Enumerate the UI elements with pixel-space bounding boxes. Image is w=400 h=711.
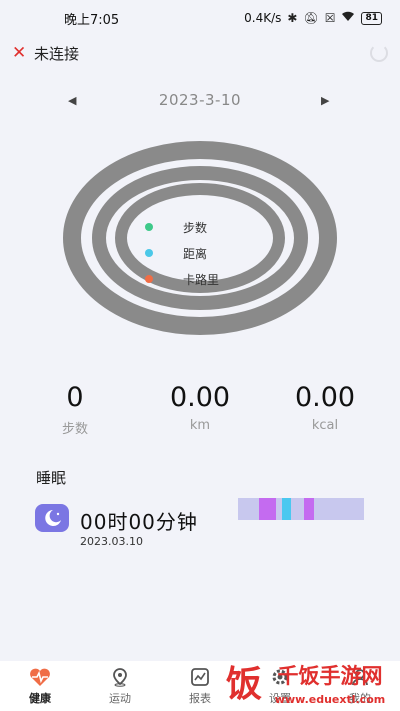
bluetooth-icon: ✱ (287, 11, 298, 25)
top-bar: ✕ 未连接 (0, 36, 400, 70)
nav-item-settings[interactable]: 设置 (240, 661, 320, 711)
sleep-duration[interactable]: 00时00分钟 (80, 506, 198, 535)
status-bar: 晚上7:05 0.4K/s ✱ 🔕︎ ☒ 81 (0, 0, 400, 36)
legend-dot (145, 223, 153, 231)
heart-pulse-icon (28, 667, 52, 687)
stat-label: 步数 (61, 422, 88, 437)
stat-value: 0.00 (169, 382, 231, 413)
current-date[interactable]: 2023-3-10 (159, 91, 241, 109)
nav-label: 设置 (269, 691, 291, 705)
bottom-nav: 健康 运动 报表 设置 我的 (0, 661, 400, 711)
status-icons: 0.4K/s ✱ 🔕︎ ☒ 81 (244, 11, 382, 25)
triangle-left-icon[interactable]: ◀ (68, 94, 76, 107)
legend-dot (145, 249, 153, 257)
sleep-date: 2023.03.10 (80, 535, 143, 548)
legend-item-distance: 距离 (145, 240, 255, 266)
sleep-segment (314, 498, 364, 520)
stat-value: 0 (66, 382, 84, 413)
legend-item-calories: 卡路里 (145, 266, 255, 292)
legend-item-steps: 步数 (145, 214, 255, 240)
stat-label: km (189, 418, 211, 433)
nav-label: 运动 (109, 691, 131, 705)
sleep-segment (304, 498, 314, 520)
legend-label: 距离 (183, 246, 208, 261)
legend-label: 步数 (183, 220, 208, 235)
stat-label: kcal (311, 418, 339, 433)
triangle-right-icon[interactable]: ▶ (321, 94, 329, 107)
mute-icon: 🔕︎ (303, 11, 319, 25)
user-icon (348, 667, 372, 687)
sim-off-icon: ☒ (324, 11, 336, 25)
nav-label: 报表 (189, 691, 211, 705)
date-navigator: ◀ 2023-3-10 ▶ (0, 88, 400, 112)
legend-label: 卡路里 (183, 272, 220, 287)
battery-indicator: 81 (361, 11, 382, 25)
sleep-section-title: 睡眠 (36, 469, 67, 487)
sleep-stage-bar[interactable] (238, 498, 364, 520)
legend-dot (145, 275, 153, 283)
sleep-segment (259, 498, 276, 520)
nav-item-health[interactable]: 健康 (0, 661, 80, 711)
stat-distance: 0.00 km (140, 382, 260, 433)
ring-legend: 步数 距离 卡路里 (145, 214, 255, 292)
wifi-icon (341, 11, 355, 25)
nav-label: 我的 (349, 691, 371, 705)
connection-status[interactable]: 未连接 (34, 43, 79, 64)
stat-steps: 0 步数 (15, 382, 135, 437)
sleep-segment (291, 498, 304, 520)
nav-item-report[interactable]: 报表 (160, 661, 240, 711)
stats-row: 0 步数 0.00 km 0.00 kcal (0, 382, 400, 442)
location-pin-icon (108, 667, 132, 687)
stat-value: 0.00 (294, 382, 356, 413)
chart-line-icon (188, 667, 212, 687)
nav-item-profile[interactable]: 我的 (320, 661, 400, 711)
nav-label: 健康 (29, 691, 51, 705)
refresh-icon[interactable] (370, 44, 388, 62)
status-time: 晚上7:05 (64, 12, 120, 28)
gear-icon (268, 667, 292, 687)
stat-calories: 0.00 kcal (265, 382, 385, 433)
moon-icon (35, 504, 69, 532)
nav-item-sport[interactable]: 运动 (80, 661, 160, 711)
network-speed: 0.4K/s (244, 11, 282, 25)
close-icon[interactable]: ✕ (12, 43, 34, 63)
sleep-segment (238, 498, 259, 520)
sleep-segment (282, 498, 291, 520)
